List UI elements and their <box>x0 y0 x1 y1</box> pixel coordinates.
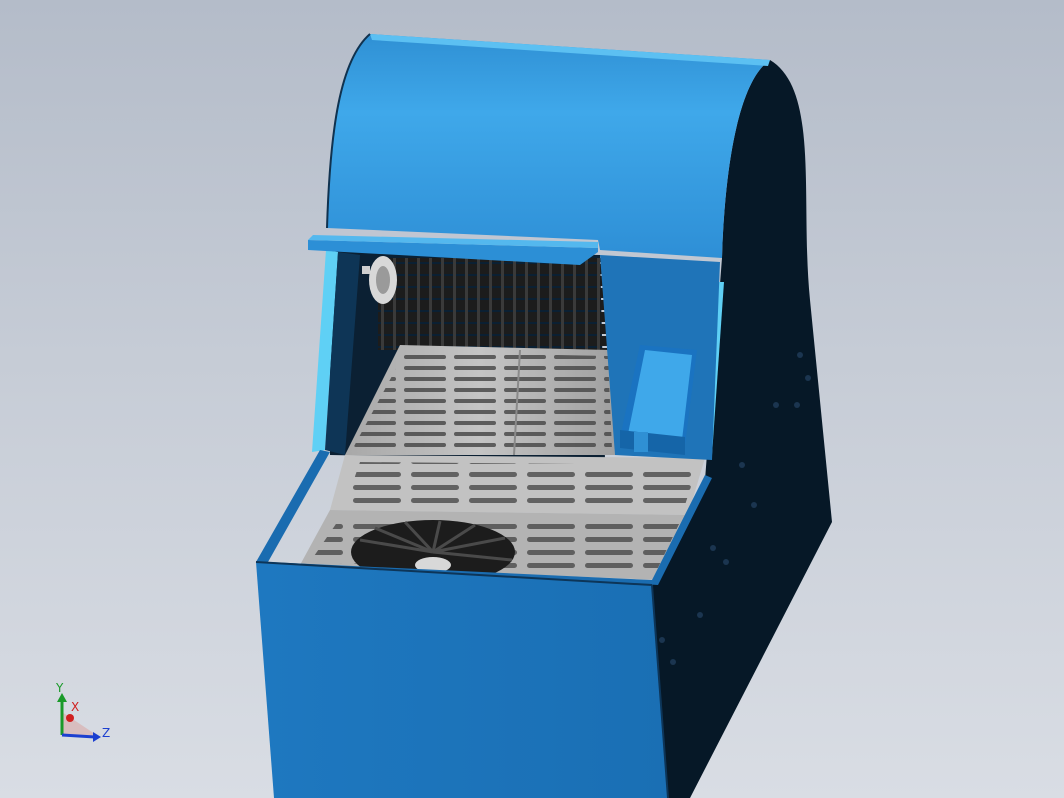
roller-brush <box>362 256 610 350</box>
triad-z-axis <box>61 733 96 739</box>
model-scene[interactable]: Y X Z <box>0 0 1064 798</box>
triad-x-point <box>66 714 74 722</box>
triad-z-arrow <box>93 732 101 742</box>
cad-viewport[interactable]: Y X Z <box>0 0 1064 798</box>
view-orientation-triad[interactable]: Y X Z <box>55 681 110 742</box>
middle-grate-slots <box>345 462 698 508</box>
front-panel <box>256 562 668 798</box>
triad-z-label: Z <box>102 726 110 740</box>
triad-y-label: Y <box>55 681 64 695</box>
triad-x-label: X <box>71 700 79 714</box>
machine-hood <box>327 34 770 258</box>
